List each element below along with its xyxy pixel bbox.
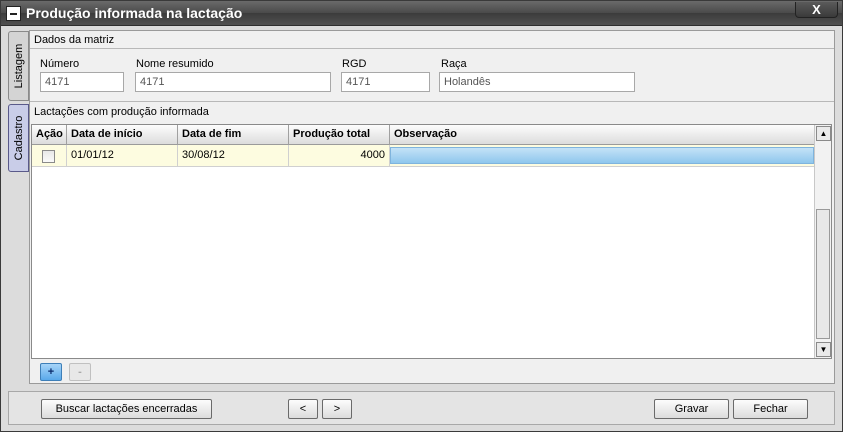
data-inicio-cell[interactable]: 01/01/12 <box>67 145 178 167</box>
acao-cell <box>32 145 67 167</box>
numero-label: Número <box>40 58 80 70</box>
divider <box>30 48 834 49</box>
lactacoes-label: Lactações com produção informada <box>34 106 209 118</box>
scroll-down-icon[interactable]: ▼ <box>816 342 831 357</box>
next-button[interactable]: > <box>322 399 352 419</box>
column-header-acao[interactable]: Ação <box>32 125 67 145</box>
window-menu-icon[interactable] <box>6 6 21 21</box>
grid-scrollbar[interactable]: ▲ ▼ <box>814 125 831 358</box>
app-window: Produção informada na lactação X Listage… <box>0 0 843 432</box>
raca-field[interactable]: Holandês <box>439 72 635 92</box>
scroll-up-icon[interactable]: ▲ <box>816 126 831 141</box>
rgd-label: RGD <box>342 58 367 70</box>
producao-total-cell[interactable]: 4000 <box>289 145 390 167</box>
data-fim-cell[interactable]: 30/08/12 <box>178 145 289 167</box>
fechar-button[interactable]: Fechar <box>733 399 808 419</box>
footer-bar: Buscar lactações encerradas < > Gravar F… <box>8 391 835 425</box>
column-header-observacao[interactable]: Observação <box>390 125 815 145</box>
observacao-cell[interactable] <box>390 147 814 164</box>
gravar-button[interactable]: Gravar <box>654 399 729 419</box>
table-row[interactable]: 01/01/12 30/08/12 4000 <box>32 145 815 167</box>
title-bar: Produção informada na lactação X <box>1 1 842 26</box>
remove-row-button[interactable]: - <box>69 363 91 381</box>
scrollbar-thumb[interactable] <box>816 209 830 339</box>
cadastro-panel: Dados da matriz Número 4171 Nome resumid… <box>29 30 835 384</box>
previous-button[interactable]: < <box>288 399 318 419</box>
column-header-data-inicio[interactable]: Data de início <box>67 125 178 145</box>
buscar-lactacoes-button[interactable]: Buscar lactações encerradas <box>41 399 212 419</box>
nome-resumido-field[interactable]: 4171 <box>135 72 331 92</box>
column-header-producao-total[interactable]: Produção total <box>289 125 390 145</box>
lactacoes-grid: Ação Data de início Data de fim Produção… <box>31 124 832 359</box>
tab-cadastro-label: Cadastro <box>12 115 25 161</box>
add-row-button[interactable]: + <box>40 363 62 381</box>
close-button[interactable]: X <box>795 2 838 18</box>
acao-checkbox[interactable] <box>42 150 55 163</box>
column-header-data-fim[interactable]: Data de fim <box>178 125 289 145</box>
tab-cadastro[interactable]: Cadastro <box>8 104 29 172</box>
dados-matriz-label: Dados da matriz <box>34 34 115 46</box>
divider <box>30 101 834 102</box>
numero-field[interactable]: 4171 <box>40 72 124 92</box>
grid-header: Ação Data de início Data de fim Produção… <box>32 125 815 145</box>
raca-label: Raça <box>441 58 467 70</box>
rgd-field[interactable]: 4171 <box>341 72 430 92</box>
window-title: Produção informada na lactação <box>26 5 243 21</box>
tab-listagem[interactable]: Listagem <box>8 31 29 101</box>
tab-listagem-label: Listagem <box>12 43 25 89</box>
nome-resumido-label: Nome resumido <box>136 58 214 70</box>
